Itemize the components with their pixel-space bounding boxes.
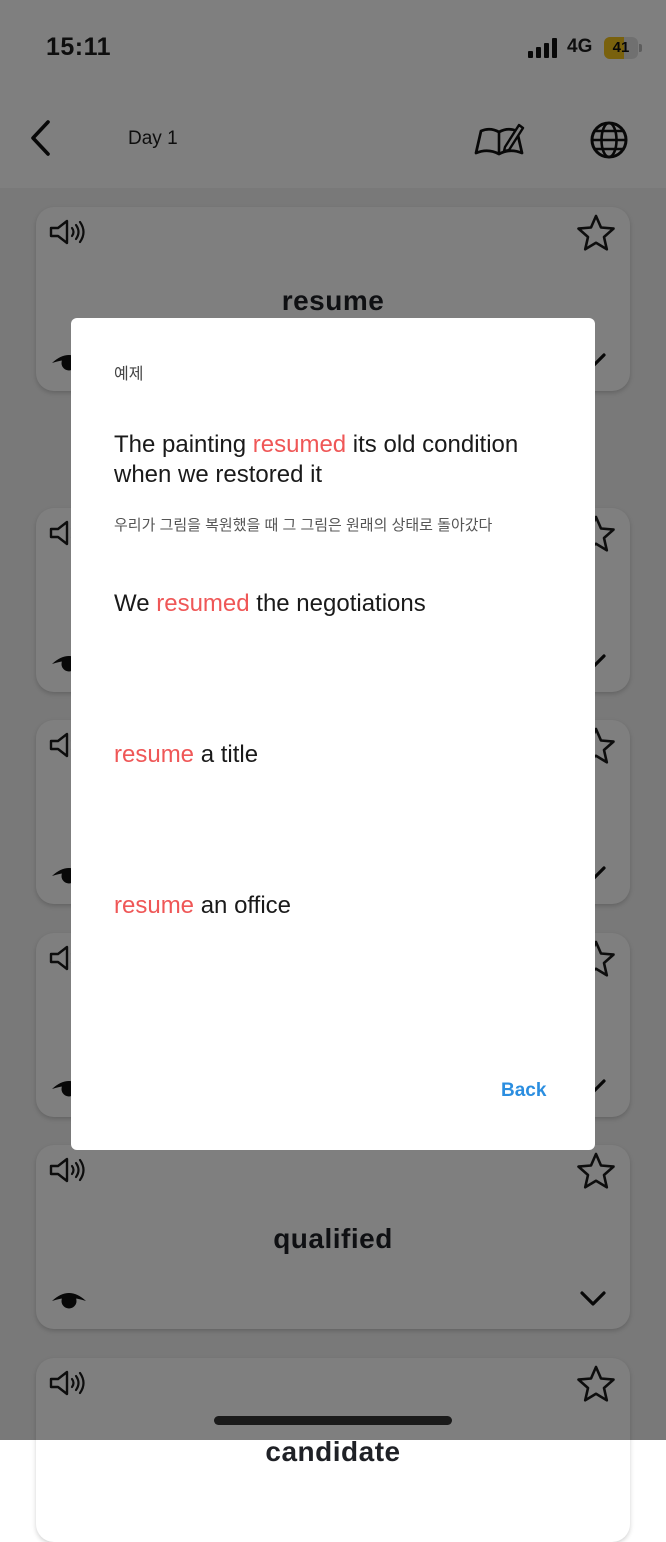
example-keyword: resumed [252,431,347,458]
example-sentence: resume an office [114,891,554,921]
example-keyword: resume [114,741,195,768]
example-keyword: resume [114,892,195,919]
example-translation: 우리가 그림을 복원했을 때 그 그림은 원래의 상태로 돌아갔다 [114,517,493,534]
example-text: an office [194,892,291,919]
word-label: candidate [265,1436,401,1467]
example-text: The painting [114,431,253,458]
example-text: the negotiations [249,590,426,617]
example-sentence: resume a title [114,740,554,770]
example-text: a title [194,741,259,768]
home-indicator[interactable] [214,1416,452,1425]
back-button[interactable]: Back [501,1080,546,1102]
example-dialog: 예제 The painting resumed its old conditio… [71,318,595,1150]
example-sentence: We resumed the negotiations [114,589,554,619]
example-sentence: The painting resumed its old condition w… [114,430,554,490]
dialog-title: 예제 [114,366,144,383]
example-text: We [114,590,157,617]
example-keyword: resumed [156,590,250,617]
